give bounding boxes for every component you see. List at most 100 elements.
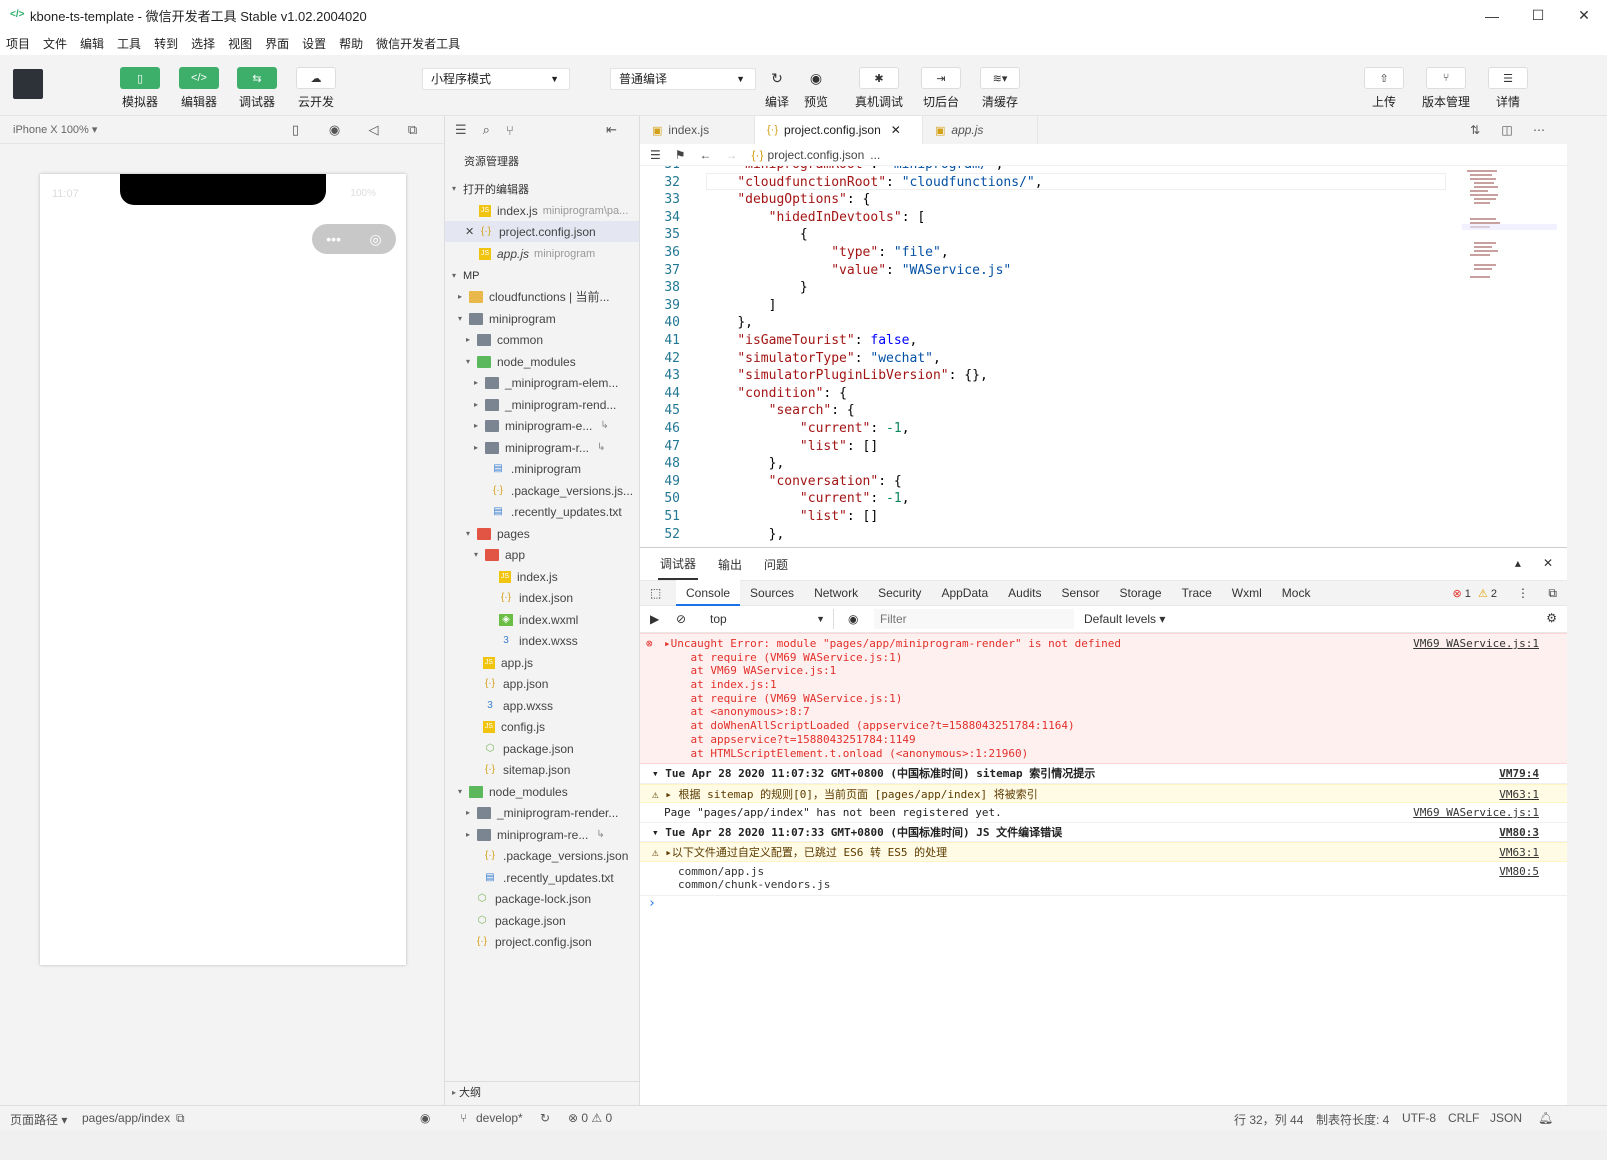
console-prompt[interactable]: › (640, 896, 1567, 911)
chevron-right-icon[interactable]: ▸ (463, 335, 473, 344)
tree-item[interactable]: ⬡ package.json (445, 910, 639, 931)
popout-icon[interactable]: ⧉ (393, 122, 432, 138)
code-line[interactable]: 46 "current": -1, (640, 420, 909, 438)
upload-button[interactable]: ⇧ 上传 (1356, 67, 1412, 110)
minimize-button[interactable]: — (1469, 0, 1515, 31)
error-message[interactable]: ⊗ ▸Uncaught Error: module "pages/app/min… (640, 633, 1567, 765)
code-line[interactable]: 38 } (640, 279, 807, 297)
mode-select[interactable]: 小程序模式 ▼ (422, 68, 570, 90)
log-group-header[interactable]: ▾ Tue Apr 28 2020 11:07:32 GMT+0800 (中国标… (640, 764, 1567, 784)
tree-item[interactable]: {·} app.json (445, 673, 639, 694)
tab-index-js[interactable]: ▣ index.js (640, 116, 755, 144)
sidebar-toggle-icon[interactable]: ▶ (650, 612, 670, 626)
eye-icon[interactable]: ◉ (420, 1111, 430, 1125)
phone-icon[interactable]: ▯ (276, 122, 315, 138)
collapse-panel-icon[interactable]: ⇤ (606, 122, 617, 138)
menu-help[interactable]: 帮助 (339, 35, 363, 52)
chevron-right-icon[interactable]: ▸ (471, 443, 481, 452)
warning-message[interactable]: ⚠ ▸ 根据 sitemap 的规则[0]，当前页面 [pages/app/in… (640, 783, 1567, 804)
close-window-button[interactable]: ✕ (1561, 0, 1607, 31)
tree-item[interactable]: 3 index.wxss (445, 630, 639, 651)
collapse-panel-icon[interactable]: ▴ (1515, 556, 1521, 570)
sync-icon[interactable]: ↻ (540, 1111, 550, 1125)
menu-interface[interactable]: 界面 (265, 35, 289, 52)
problems-counter[interactable]: ⊗ 0 ⚠ 0 (568, 1111, 612, 1125)
preview-button[interactable]: ◉ 预览 (788, 67, 844, 110)
tree-item[interactable]: ▸ _miniprogram-render... (445, 802, 639, 823)
bookmark-icon[interactable]: ⚑ (675, 148, 686, 162)
chevron-down-icon[interactable]: ▾ (463, 529, 473, 538)
maximize-button[interactable]: ☐ (1515, 0, 1561, 31)
details-button[interactable]: ☰ 详情 (1480, 67, 1536, 110)
eol[interactable]: CRLF (1448, 1111, 1479, 1125)
tab-debugger[interactable]: 调试器 (658, 549, 699, 580)
close-icon[interactable]: ✕ (465, 225, 479, 238)
error-source-link[interactable]: VM69 WAService.js:1 (1413, 637, 1539, 650)
code-line[interactable]: 34 "hidedInDevtools": [ (640, 209, 925, 227)
tab-security[interactable]: Security (868, 580, 931, 606)
code-line[interactable]: 40 }, (640, 314, 753, 332)
tree-item[interactable]: ▸ cloudfunctions | 当前... (445, 286, 639, 307)
editor-toggle-button[interactable]: </> 编辑器 (171, 67, 227, 110)
background-button[interactable]: ⇥ 切后台 (913, 67, 969, 110)
eye-icon[interactable]: ◉ (848, 612, 868, 626)
chevron-down-icon[interactable]: ▾ (471, 550, 481, 559)
tree-item[interactable]: ⬡ package.json (445, 738, 639, 759)
code-area[interactable]: 31 "miniprogramRoot": "miniprogram/",32 … (640, 166, 1567, 546)
stop-icon[interactable]: ◉ (315, 122, 354, 138)
source-link[interactable]: VM79:4 (1499, 764, 1539, 784)
code-line[interactable]: 36 "type": "file", (640, 244, 948, 262)
phone-screen[interactable]: 11:07 100% ••• ◎ (40, 174, 406, 965)
list-icon[interactable]: ☰ (455, 122, 467, 138)
compile-mode-select[interactable]: 普通编译 ▼ (610, 68, 756, 90)
tree-item[interactable]: ◈ index.wxml (445, 609, 639, 630)
source-link[interactable]: VM69 WAService.js:1 (1413, 803, 1539, 823)
code-line[interactable]: 31 "miniprogramRoot": "miniprogram/", (640, 166, 1003, 174)
clear-cache-button[interactable]: ≋▾ 清缓存 (972, 67, 1028, 110)
tree-item[interactable]: ▾ node_modules (445, 351, 639, 372)
kebab-menu-icon[interactable]: ⋮ (1517, 586, 1529, 600)
tab-wxml[interactable]: Wxml (1222, 580, 1272, 606)
avatar[interactable] (13, 69, 43, 99)
tree-item[interactable]: {·} .package_versions.js... (445, 480, 639, 501)
tree-item[interactable]: ▸ _miniprogram-rend... (445, 394, 639, 415)
cursor-position[interactable]: 行 32，列 44 (1234, 1111, 1303, 1128)
tree-item[interactable]: ▤ .recently_updates.txt (445, 867, 639, 888)
tree-item[interactable]: {·} project.config.json (445, 931, 639, 952)
warning-message[interactable]: ⚠ ▸以下文件通过自定义配置，已跳过 ES6 转 ES5 的处理 VM63:1 (640, 842, 1567, 862)
page-path-select[interactable]: 页面路径 ▾ (10, 1111, 67, 1128)
source-link[interactable]: VM80:5 (1499, 865, 1539, 879)
code-line[interactable]: 48 }, (640, 455, 784, 473)
source-link[interactable]: VM63:1 (1499, 843, 1539, 863)
language-mode[interactable]: JSON (1490, 1111, 1522, 1125)
git-icon[interactable]: ⑂ (506, 123, 514, 138)
tree-section-header[interactable]: ▾ 打开的编辑器 (445, 178, 639, 199)
tree-item[interactable]: ▸ miniprogram-re... ↳ (445, 824, 639, 845)
chevron-right-icon[interactable]: ▸ (455, 292, 465, 301)
close-panel-icon[interactable]: ✕ (1543, 556, 1553, 570)
code-line[interactable]: 47 "list": [] (640, 438, 878, 456)
open-editor-item[interactable]: JS app.js miniprogram (445, 243, 639, 264)
context-select[interactable]: top ▼ (706, 609, 834, 629)
minimap[interactable] (1462, 168, 1557, 288)
notification-icon[interactable]: 🔔︎ (1538, 1111, 1553, 1125)
tab-trace[interactable]: Trace (1172, 580, 1222, 606)
open-editor-item[interactable]: JS index.js miniprogram\pa... (445, 200, 639, 221)
chevron-down-icon[interactable]: ▾ (455, 787, 465, 796)
chevron-right-icon[interactable]: ▸ (463, 808, 473, 817)
forward-icon[interactable]: → (726, 148, 738, 162)
capsule-menu[interactable]: ••• ◎ (312, 224, 396, 254)
outline-section[interactable]: ▸ 大纲 (445, 1081, 639, 1102)
undock-icon[interactable]: ⧉ (1548, 586, 1557, 601)
menu-file[interactable]: 文件 (43, 35, 67, 52)
tree-item[interactable]: 3 app.wxss (445, 695, 639, 716)
menu-devtools[interactable]: 微信开发者工具 (376, 35, 460, 52)
chevron-right-icon[interactable]: ▸ (471, 400, 481, 409)
tree-item[interactable]: ▾ node_modules (445, 781, 639, 802)
tab-app-js[interactable]: ▣ app.js (923, 116, 1038, 144)
cloud-dev-button[interactable]: ☁ 云开发 (288, 67, 344, 110)
tree-item[interactable]: ▸ miniprogram-e... ↳ (445, 415, 639, 436)
tab-project-config[interactable]: {·} project.config.json ✕ (755, 116, 923, 144)
close-tab-icon[interactable]: ✕ (891, 123, 901, 137)
remote-debug-button[interactable]: ✱ 真机调试 (851, 67, 907, 110)
